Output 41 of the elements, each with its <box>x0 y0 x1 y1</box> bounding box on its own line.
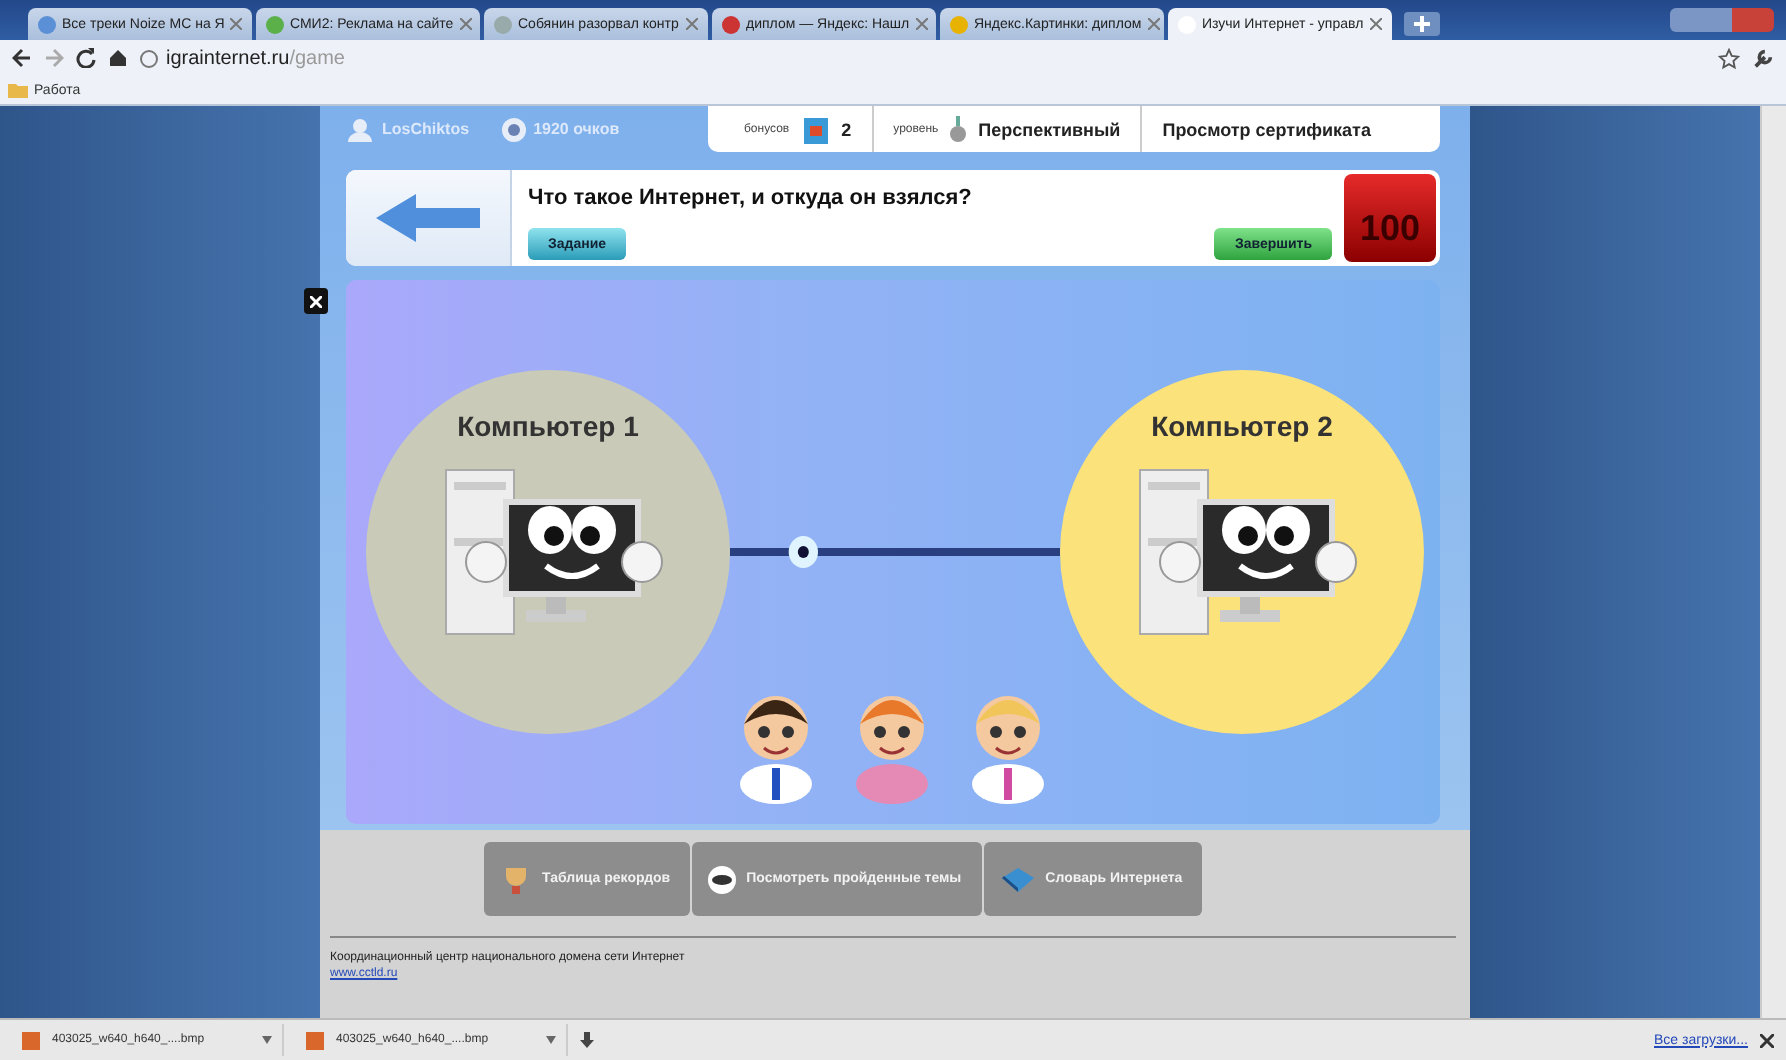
computer-label: Компьютер 1 <box>457 410 639 442</box>
site-icon <box>38 15 56 33</box>
reload-icon[interactable] <box>76 48 96 68</box>
medal-icon <box>950 115 967 143</box>
question-text: Что такое Интернет, и откуда он взялся? <box>528 186 974 210</box>
back-icon[interactable] <box>12 48 32 68</box>
timer: 100 <box>1344 174 1436 262</box>
score: 1920 очков <box>533 120 620 138</box>
site-icon <box>266 15 284 33</box>
player-name: LosChiktos <box>382 120 470 138</box>
bonus-count: 2 <box>841 119 852 139</box>
forward-icon[interactable] <box>44 48 64 68</box>
plus-icon <box>1414 16 1430 32</box>
caret-icon <box>546 1036 556 1044</box>
gift-box-icon <box>801 113 830 145</box>
new-tab-button[interactable] <box>1404 12 1440 36</box>
wrench-icon[interactable] <box>1752 47 1774 69</box>
caret-icon <box>262 1036 272 1044</box>
file-icon <box>306 1031 324 1049</box>
close-icon[interactable] <box>1760 1033 1774 1047</box>
cup-icon <box>500 863 532 895</box>
scrollbar[interactable] <box>1760 106 1786 1018</box>
download-icon <box>580 1031 594 1049</box>
site-icon <box>950 15 968 33</box>
computer-label: Компьютер 2 <box>1151 410 1333 442</box>
avatar-icon <box>346 117 374 141</box>
close-icon[interactable] <box>304 288 328 314</box>
site-icon <box>722 15 740 33</box>
medal-icon <box>501 117 526 141</box>
certificate-link[interactable]: Просмотр сертификата <box>1162 119 1371 139</box>
home-icon[interactable] <box>108 48 128 68</box>
globe-icon <box>140 49 158 67</box>
book-icon <box>999 865 1036 893</box>
eye-icon <box>708 865 737 893</box>
star-icon[interactable] <box>1718 47 1740 69</box>
site-icon <box>494 15 512 33</box>
folder-icon <box>8 82 28 98</box>
rank-value: Перспективный <box>978 119 1121 139</box>
left-arrow-icon <box>372 190 484 246</box>
back-arrow-button[interactable] <box>346 170 512 266</box>
file-icon <box>22 1031 40 1049</box>
